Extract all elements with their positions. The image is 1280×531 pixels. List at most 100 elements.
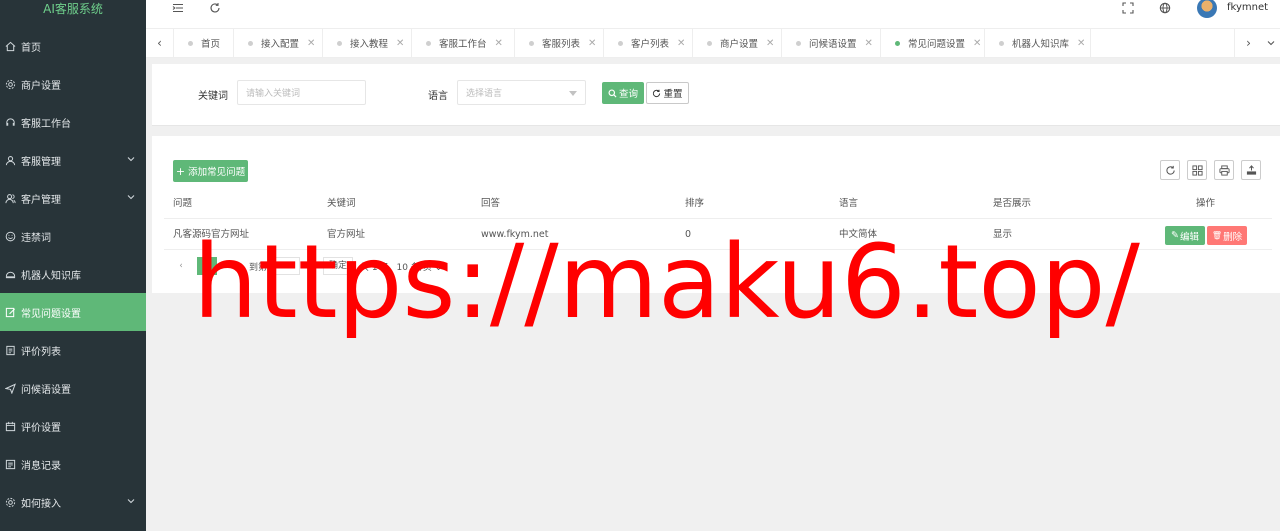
sidebar-item-agent-management[interactable]: 客服管理 [0, 141, 146, 179]
next-page-icon[interactable]: › [224, 257, 242, 275]
tabs-scroll-right-icon[interactable]: › [1234, 29, 1262, 57]
sidebar-item-label: 评价列表 [21, 346, 61, 358]
pagination: ‹ 1 › 到第 1 页 确定 共 1 条 10 条/页 ⌄ [172, 256, 449, 276]
headset-icon [4, 116, 16, 128]
close-icon[interactable]: ✕ [588, 38, 596, 49]
tab-agent-list[interactable]: 客服列表 ✕ [515, 29, 604, 57]
tab-customer-list[interactable]: 客户列表 ✕ [604, 29, 693, 57]
top-header: fkymnet [146, 0, 1280, 28]
prev-page-icon[interactable]: ‹ [172, 257, 190, 275]
sidebar-item-label: 评价设置 [21, 422, 61, 434]
query-button[interactable]: 查询 [602, 82, 644, 104]
refresh-table-icon[interactable] [1160, 160, 1180, 180]
sidebar-item-label: 违禁词 [21, 232, 51, 244]
sidebar-item-label: 客服管理 [21, 156, 61, 168]
robot-icon [4, 268, 16, 280]
chevron-down-icon [126, 192, 136, 202]
column-header: 关键词 [327, 198, 356, 209]
close-icon[interactable]: ✕ [677, 38, 685, 49]
table-panel: + 添加常见问题 问题 关键词 回答 排序 语言 是否展示 操作 凡客源码官方网… [152, 136, 1280, 293]
column-header: 回答 [481, 198, 501, 209]
close-icon[interactable]: ✕ [766, 38, 774, 49]
goto-page-input[interactable]: 1 [274, 257, 301, 275]
page-suffix: 页 [307, 262, 317, 273]
export-icon[interactable] [1241, 160, 1261, 180]
goto-label: 到第 [249, 262, 268, 273]
chevron-down-icon [126, 496, 136, 506]
language-label: 语言 [428, 91, 448, 102]
refresh-icon [653, 89, 661, 97]
goto-confirm-button[interactable]: 确定 [323, 257, 354, 275]
sidebar-item-label: 客服工作台 [21, 118, 71, 130]
trash-icon: 🗑 [1211, 231, 1223, 240]
close-icon[interactable]: ✕ [973, 38, 981, 49]
columns-icon[interactable] [1187, 160, 1207, 180]
add-faq-button[interactable]: + 添加常见问题 [173, 160, 248, 182]
language-select[interactable]: 选择语言 [457, 80, 586, 105]
tab-faq-settings[interactable]: 常见问题设置 ✕ [881, 29, 985, 57]
table-row: 凡客源码官方网址 官方网址 www.fkym.net 0 中文简体 显示 ✎ 编辑… [164, 220, 1272, 250]
plus-icon: + [175, 164, 186, 178]
tab-home[interactable]: 首页 [174, 29, 234, 57]
search-panel: 关键词 请输入关键词 语言 选择语言 查询 重置 [152, 64, 1280, 126]
username[interactable]: fkymnet [1227, 2, 1268, 13]
column-header: 问题 [173, 198, 193, 209]
sidebar-item-agent-workbench[interactable]: 客服工作台 [0, 103, 146, 141]
sidebar-item-how-to-integrate[interactable]: 如何接入 [0, 483, 146, 521]
sidebar-item-robot-knowledge[interactable]: 机器人知识库 [0, 255, 146, 293]
delete-button[interactable]: 🗑 删除 [1207, 226, 1247, 245]
close-icon[interactable]: ✕ [865, 38, 873, 49]
tab-integration-config[interactable]: 接入配置 ✕ [234, 29, 323, 57]
print-icon[interactable] [1214, 160, 1234, 180]
sidebar-item-merchant-settings[interactable]: 商户设置 [0, 65, 146, 103]
sidebar-item-home[interactable]: 首页 [0, 27, 146, 65]
close-icon[interactable]: ✕ [495, 38, 503, 49]
tab-greeting-settings[interactable]: 问候语设置 ✕ [782, 29, 881, 57]
reset-button[interactable]: 重置 [646, 82, 689, 104]
sidebar-item-greeting-settings[interactable]: 问候语设置 [0, 369, 146, 407]
log-icon [4, 458, 16, 470]
sidebar-item-label: 首页 [21, 42, 41, 54]
sidebar-item-label: 机器人知识库 [21, 270, 81, 282]
sidebar-item-banned-words[interactable]: 违禁词 [0, 217, 146, 255]
sidebar-item-label: 如何接入 [21, 498, 61, 510]
page-size-select[interactable]: 10 条/页 ⌄ [397, 260, 443, 273]
tabs-menu-chevron-icon[interactable] [1262, 29, 1280, 57]
sidebar-item-rating-settings[interactable]: 评价设置 [0, 407, 146, 445]
close-icon[interactable]: ✕ [1077, 38, 1085, 49]
current-page[interactable]: 1 [197, 257, 217, 275]
column-header: 语言 [839, 198, 859, 209]
question-cell: 凡客源码官方网址 [173, 229, 250, 240]
sidebar-item-rating-list[interactable]: 评价列表 [0, 331, 146, 369]
send-icon [4, 382, 16, 394]
plug-icon [4, 496, 16, 508]
sidebar-item-faq-settings[interactable]: 常见问题设置 [0, 293, 146, 331]
keyword-input[interactable]: 请输入关键词 [237, 80, 366, 105]
tab-agent-workbench[interactable]: 客服工作台 ✕ [412, 29, 515, 57]
fullscreen-icon[interactable] [1122, 0, 1134, 16]
sidebar-item-label: 问候语设置 [21, 384, 71, 396]
chevron-down-icon: ⌄ [434, 262, 443, 273]
sidebar-item-message-log[interactable]: 消息记录 [0, 445, 146, 483]
calendar-icon [4, 420, 16, 432]
edit-icon [4, 306, 16, 318]
close-icon[interactable]: ✕ [307, 38, 315, 49]
avatar[interactable] [1197, 0, 1217, 18]
edit-button[interactable]: ✎ 编辑 [1165, 226, 1205, 245]
doc-icon [4, 344, 16, 356]
tab-integration-tutorial[interactable]: 接入教程 ✕ [323, 29, 412, 57]
search-icon [608, 88, 617, 98]
tab-merchant-settings[interactable]: 商户设置 ✕ [693, 29, 782, 57]
globe-icon[interactable] [1159, 0, 1171, 16]
close-icon[interactable]: ✕ [396, 38, 404, 49]
refresh-icon[interactable] [209, 0, 221, 16]
tab-robot-knowledge[interactable]: 机器人知识库 ✕ [985, 29, 1091, 57]
smiley-icon [4, 230, 16, 242]
total-count: 共 1 条 [360, 262, 390, 273]
sidebar-item-customer-management[interactable]: 客户管理 [0, 179, 146, 217]
menu-toggle-icon[interactable] [172, 0, 184, 16]
answer-cell: www.fkym.net [481, 229, 549, 240]
gear-icon [4, 78, 16, 90]
tabs-scroll-left-icon[interactable]: ‹ [146, 29, 174, 57]
language-cell: 中文简体 [839, 229, 878, 240]
